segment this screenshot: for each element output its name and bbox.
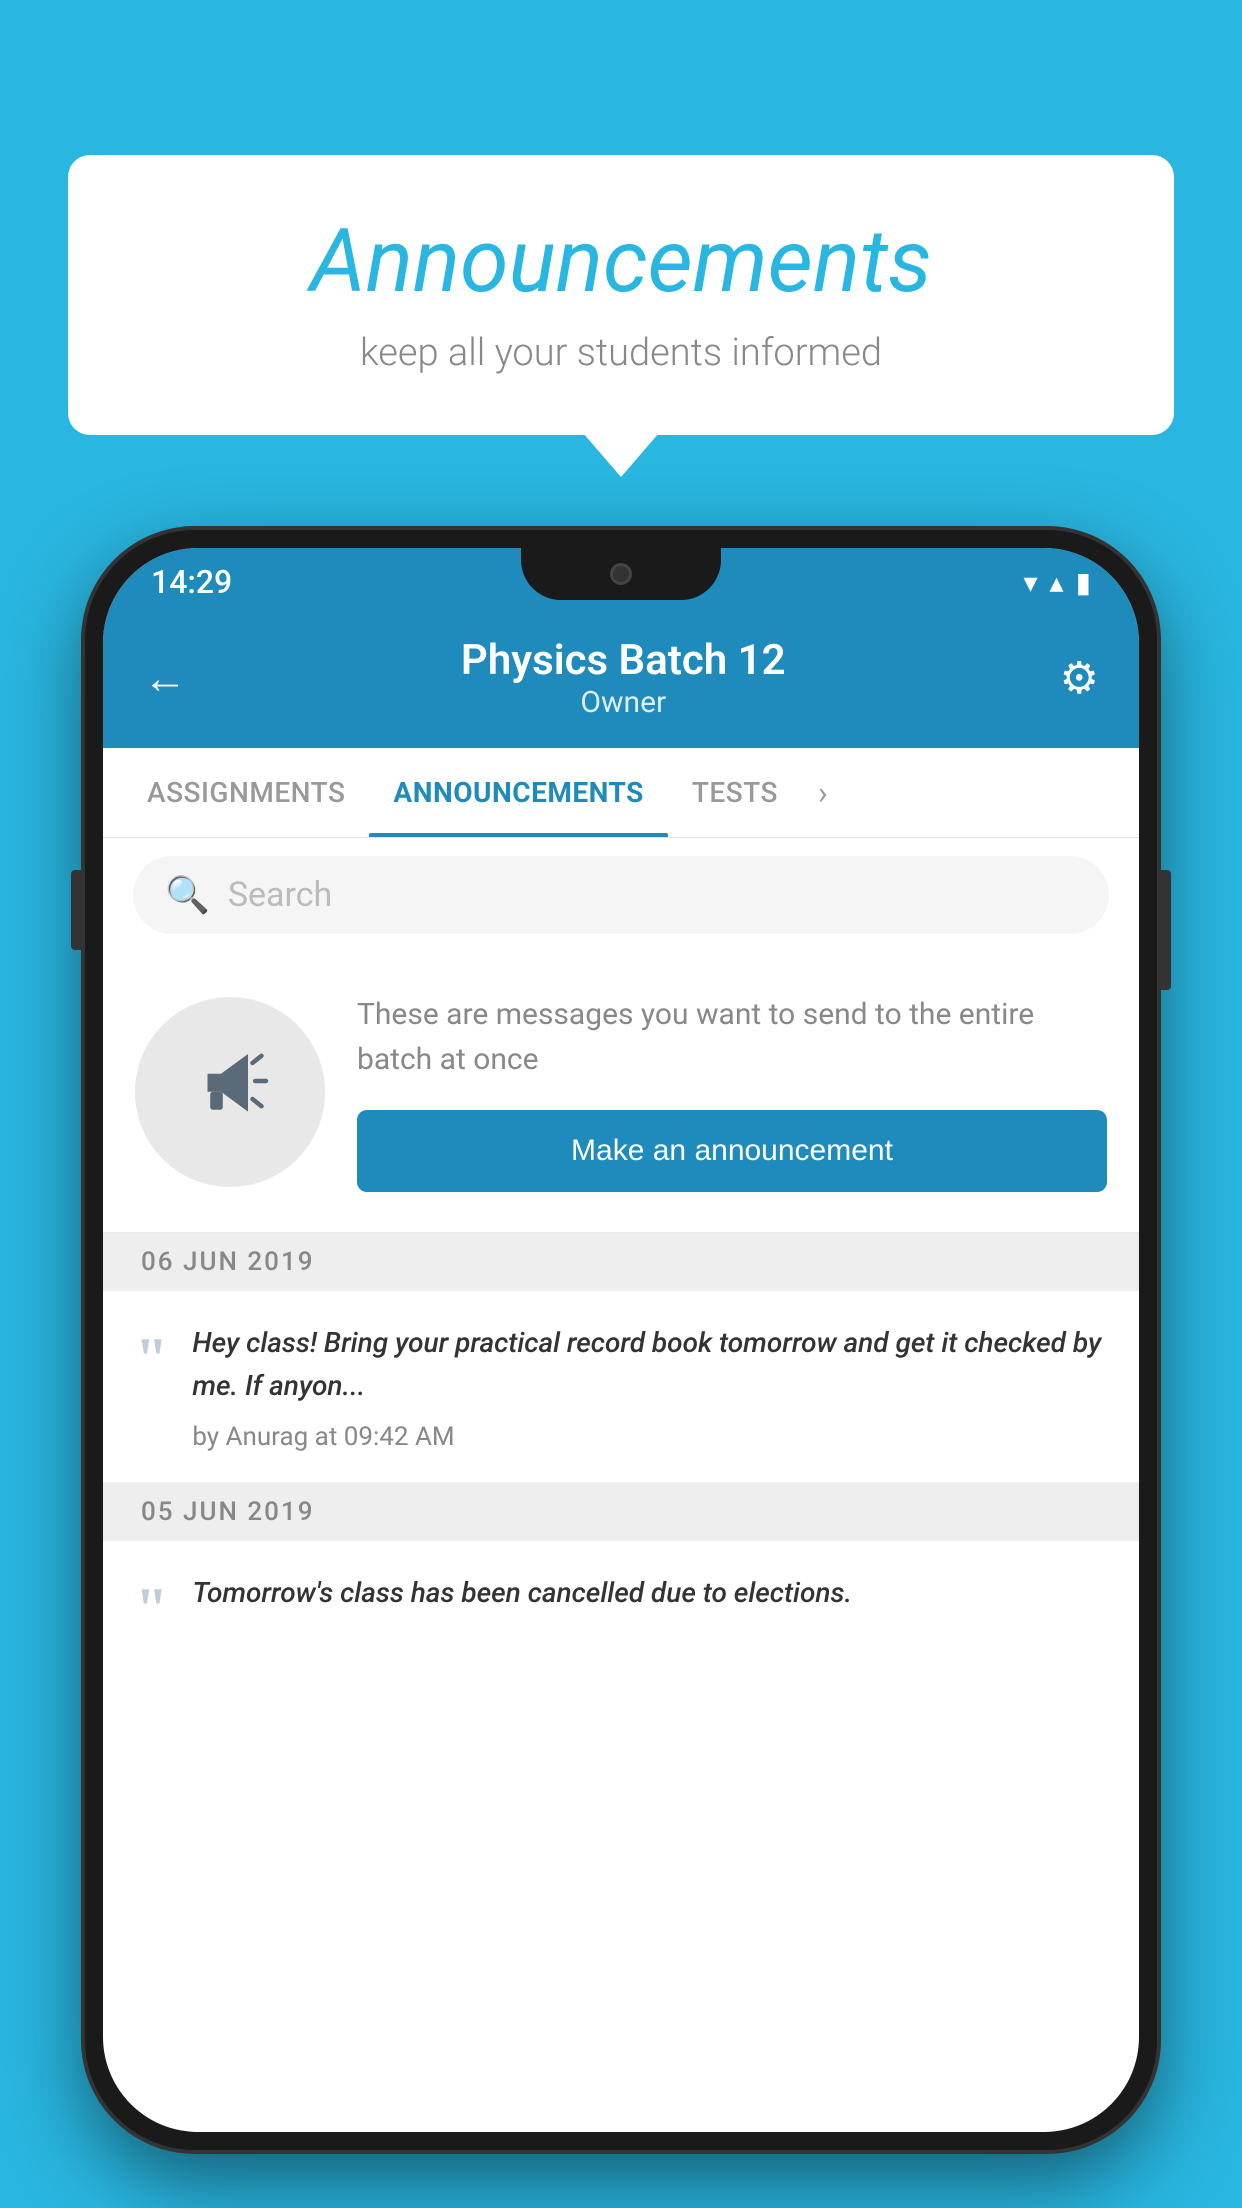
quote-icon-1: "	[135, 1321, 168, 1389]
announcement-text-1: Hey class! Bring your practical record b…	[192, 1321, 1107, 1408]
phone-outer-shell: 14:29 ▾ ▴ ▮ ← Physics Batch 12 Owner ⚙ A…	[85, 530, 1157, 2150]
back-button[interactable]: ←	[143, 652, 187, 704]
header-title: Physics Batch 12	[461, 636, 786, 685]
date-separator-2: 05 JUN 2019	[103, 1483, 1139, 1541]
make-announcement-button[interactable]: Make an announcement	[357, 1110, 1107, 1192]
speech-bubble-subtitle: keep all your students informed	[128, 331, 1114, 375]
tab-tests[interactable]: TESTS	[668, 748, 802, 837]
announcement-content-1: Hey class! Bring your practical record b…	[192, 1321, 1107, 1452]
phone-notch	[521, 548, 721, 600]
megaphone-icon	[185, 1036, 275, 1148]
notch-camera	[610, 563, 632, 585]
settings-icon[interactable]: ⚙	[1060, 652, 1099, 704]
announcement-description: These are messages you want to send to t…	[357, 992, 1107, 1082]
announcement-item-1[interactable]: " Hey class! Bring your practical record…	[103, 1291, 1139, 1483]
date-separator-1: 06 JUN 2019	[103, 1233, 1139, 1291]
wifi-icon: ▾	[1023, 566, 1037, 599]
announcement-right: These are messages you want to send to t…	[357, 992, 1107, 1192]
header-title-group: Physics Batch 12 Owner	[461, 636, 786, 720]
megaphone-circle	[135, 997, 325, 1187]
speech-bubble-title: Announcements	[128, 210, 1114, 313]
battery-icon: ▮	[1076, 566, 1091, 599]
tabs-more-icon[interactable]: ›	[802, 754, 844, 832]
announcement-text-2: Tomorrow's class has been cancelled due …	[192, 1571, 1107, 1614]
signal-icon: ▴	[1050, 566, 1064, 599]
tab-assignments[interactable]: ASSIGNMENTS	[123, 748, 369, 837]
announcement-meta-1: by Anurag at 09:42 AM	[192, 1422, 1107, 1452]
search-container: 🔍 Search	[103, 838, 1139, 952]
app-header: ← Physics Batch 12 Owner ⚙	[103, 616, 1139, 748]
speech-bubble-card: Announcements keep all your students inf…	[68, 155, 1174, 435]
search-input[interactable]: Search	[228, 875, 332, 915]
status-icons: ▾ ▴ ▮	[1023, 566, 1091, 599]
speech-bubble-section: Announcements keep all your students inf…	[68, 155, 1174, 435]
tabs-bar: ASSIGNMENTS ANNOUNCEMENTS TESTS ›	[103, 748, 1139, 838]
header-subtitle: Owner	[461, 685, 786, 720]
phone-mockup: 14:29 ▾ ▴ ▮ ← Physics Batch 12 Owner ⚙ A…	[85, 530, 1157, 2208]
search-bar[interactable]: 🔍 Search	[133, 856, 1109, 934]
announcement-content-2: Tomorrow's class has been cancelled due …	[192, 1571, 1107, 1628]
quote-icon-2: "	[135, 1571, 168, 1639]
announcement-prompt-section: These are messages you want to send to t…	[103, 952, 1139, 1233]
status-time: 14:29	[151, 563, 232, 601]
tab-announcements[interactable]: ANNOUNCEMENTS	[369, 748, 667, 837]
announcement-item-2[interactable]: " Tomorrow's class has been cancelled du…	[103, 1541, 1139, 1669]
search-icon: 🔍	[165, 874, 210, 916]
phone-screen: 14:29 ▾ ▴ ▮ ← Physics Batch 12 Owner ⚙ A…	[103, 548, 1139, 2132]
